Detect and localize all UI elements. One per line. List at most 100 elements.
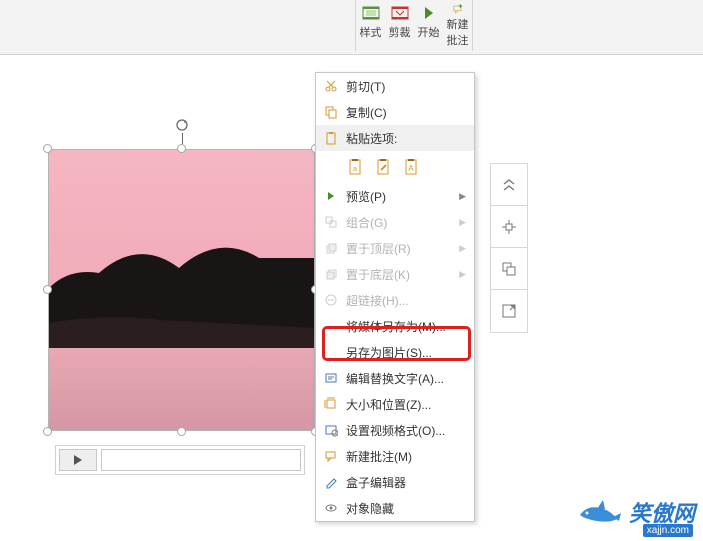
shark-icon (575, 495, 623, 529)
collapse-button[interactable] (491, 164, 527, 206)
svg-text:A: A (408, 164, 414, 173)
align-center-button[interactable] (491, 206, 527, 248)
clipboard-brush-icon (375, 158, 393, 176)
style-button[interactable]: 样式 (356, 0, 385, 51)
ribbon-area: 样式 剪裁 开始 新建 批注 (0, 0, 703, 55)
new-comment-label-1: 新建 (447, 16, 469, 32)
rotate-icon (174, 117, 190, 133)
arrange-button[interactable] (491, 248, 527, 290)
ribbon-video-tools-group: 样式 剪裁 开始 新建 批注 (355, 0, 473, 51)
paste-merge[interactable] (372, 155, 396, 179)
clipboard-text-icon: A (403, 158, 421, 176)
scissors-icon (322, 78, 340, 94)
menu-cut-label: 剪切(T) (346, 78, 385, 95)
chevron-up-double-icon (501, 178, 517, 192)
crop-icon (390, 3, 410, 23)
context-menu: 剪切(T) 复制(C) 粘贴选项: a A 预览(P) ▶ 组合(G) ▶ 置于… (315, 72, 475, 522)
menu-bring-front: 置于顶层(R) ▶ (316, 235, 474, 261)
video-frame-mountains (49, 228, 315, 348)
alt-text-icon (322, 370, 340, 386)
menu-paste-options-label: 粘贴选项: (346, 130, 397, 147)
menu-group-label: 组合(G) (346, 214, 387, 231)
menu-object-hide[interactable]: 对象隐藏 (316, 495, 474, 521)
svg-text:a: a (353, 166, 357, 173)
paste-keep-source[interactable]: a (344, 155, 368, 179)
menu-preview-label: 预览(P) (346, 188, 386, 205)
comment-small-icon (322, 448, 340, 464)
menu-set-video-format-label: 设置视频格式(O)... (346, 422, 445, 439)
resize-handle-l[interactable] (43, 285, 52, 294)
menu-box-editor-label: 盒子编辑器 (346, 474, 406, 491)
menu-object-hide-label: 对象隐藏 (346, 500, 394, 517)
menu-hyperlink: 超链接(H)... (316, 287, 474, 313)
bring-front-icon (322, 240, 340, 256)
resize-handle-t[interactable] (177, 144, 186, 153)
menu-save-as-picture[interactable]: 另存为图片(S)... (316, 339, 474, 365)
play-icon (419, 3, 439, 23)
resize-handle-tl[interactable] (43, 144, 52, 153)
edit-icon (322, 474, 340, 490)
copy-icon (322, 104, 340, 120)
align-center-icon (500, 218, 518, 236)
crop-button[interactable]: 剪裁 (385, 0, 414, 51)
side-tool-panel (490, 163, 528, 333)
video-object-selected[interactable] (48, 149, 315, 431)
new-comment-button[interactable]: 新建 批注 (443, 0, 472, 51)
menu-send-back: 置于底层(K) ▶ (316, 261, 474, 287)
layers-icon (500, 260, 518, 278)
clipboard-a-icon: a (347, 158, 365, 176)
menu-edit-alt-text-label: 编辑替换文字(A)... (346, 370, 444, 387)
submenu-arrow-icon: ▶ (459, 217, 466, 228)
play-small-icon (322, 188, 340, 204)
play-progress-track[interactable] (101, 449, 301, 471)
start-label: 开始 (418, 24, 440, 40)
link-icon (322, 292, 340, 308)
comment-icon (452, 3, 464, 15)
resize-handle-bl[interactable] (43, 427, 52, 436)
menu-send-back-label: 置于底层(K) (346, 266, 410, 283)
menu-save-media-as-label: 将媒体另存为(M)... (346, 318, 446, 335)
menu-set-video-format[interactable]: 设置视频格式(O)... (316, 417, 474, 443)
clipboard-icon (322, 130, 340, 146)
menu-hyperlink-label: 超链接(H)... (346, 292, 409, 309)
video-thumbnail[interactable] (48, 149, 315, 431)
fit-button[interactable] (491, 290, 527, 332)
group-icon (322, 214, 340, 230)
rotate-handle[interactable] (174, 117, 190, 133)
menu-size-position[interactable]: 大小和位置(Z)... (316, 391, 474, 417)
play-triangle-icon (73, 454, 83, 466)
menu-size-position-label: 大小和位置(Z)... (346, 396, 431, 413)
menu-cut[interactable]: 剪切(T) (316, 73, 474, 99)
expand-icon (500, 302, 518, 320)
send-back-icon (322, 266, 340, 282)
paste-options-row: a A (316, 151, 474, 183)
blank-icon (322, 344, 340, 360)
blank-icon (322, 318, 340, 334)
play-button[interactable] (59, 449, 97, 471)
video-playbar (55, 445, 305, 475)
hide-icon (322, 500, 340, 516)
submenu-arrow-icon: ▶ (459, 243, 466, 254)
menu-new-comment-label: 新建批注(M) (346, 448, 412, 465)
watermark-url: xajjn.com (643, 524, 693, 537)
menu-preview[interactable]: 预览(P) ▶ (316, 183, 474, 209)
submenu-arrow-icon: ▶ (459, 191, 466, 202)
menu-copy[interactable]: 复制(C) (316, 99, 474, 125)
menu-box-editor[interactable]: 盒子编辑器 (316, 469, 474, 495)
menu-group: 组合(G) ▶ (316, 209, 474, 235)
menu-save-media-as[interactable]: 将媒体另存为(M)... (316, 313, 474, 339)
resize-handle-b[interactable] (177, 427, 186, 436)
size-icon (322, 396, 340, 412)
menu-edit-alt-text[interactable]: 编辑替换文字(A)... (316, 365, 474, 391)
submenu-arrow-icon: ▶ (459, 269, 466, 280)
new-comment-label-2: 批注 (447, 32, 469, 48)
crop-label: 剪裁 (389, 24, 411, 40)
start-button[interactable]: 开始 (414, 0, 443, 51)
menu-new-comment[interactable]: 新建批注(M) (316, 443, 474, 469)
paste-text-only[interactable]: A (400, 155, 424, 179)
style-label: 样式 (360, 24, 382, 40)
filmstrip-icon (361, 3, 381, 23)
menu-copy-label: 复制(C) (346, 104, 387, 121)
video-frame-water (49, 348, 314, 430)
menu-save-as-picture-label: 另存为图片(S)... (346, 344, 432, 361)
